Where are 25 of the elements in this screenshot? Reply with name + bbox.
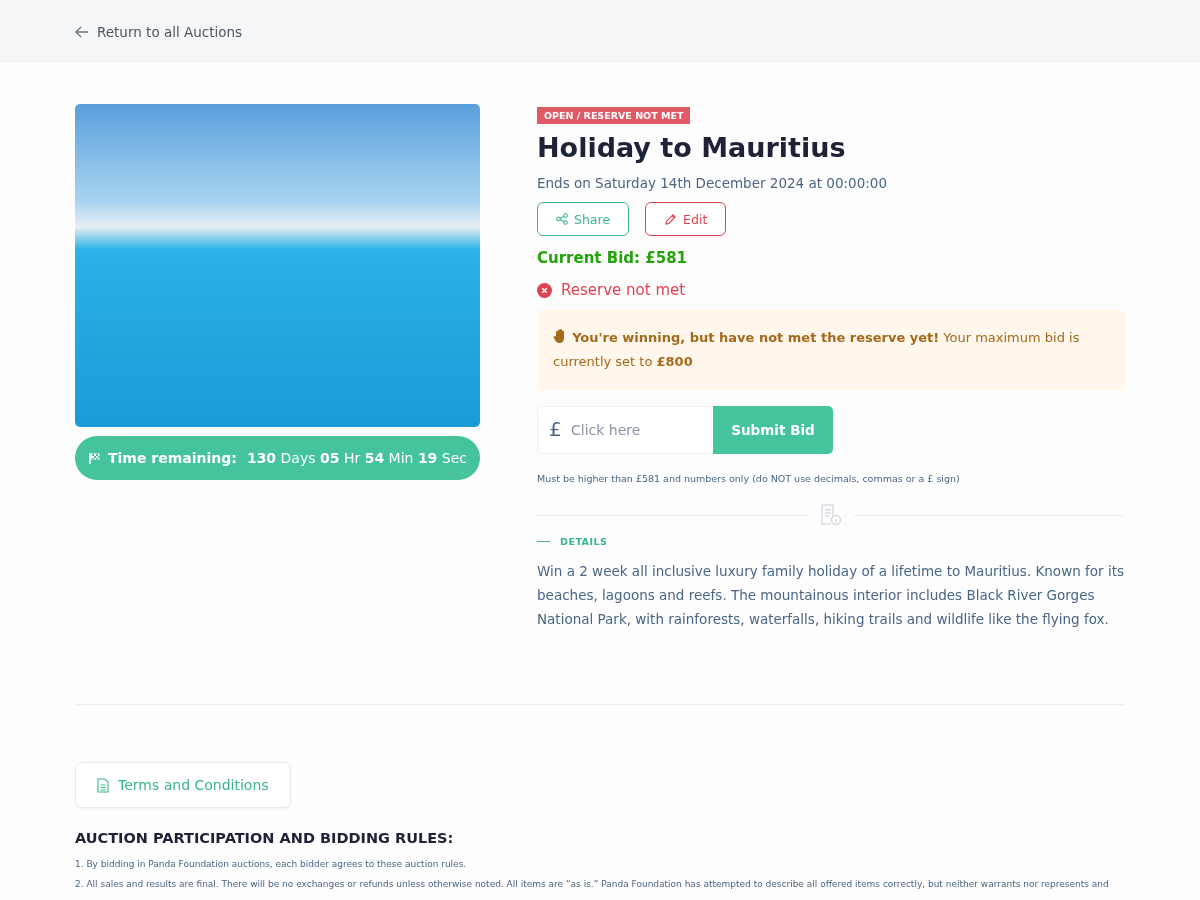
submit-bid-button[interactable]: Submit Bid [713,406,833,454]
document-icon [97,777,109,793]
arrow-left-icon [75,25,89,38]
terms-button[interactable]: Terms and Conditions [75,762,291,808]
details-heading: DETAILS [560,536,608,547]
status-badge: OPEN / RESERVE NOT MET [537,107,691,124]
alert-message: You're winning, but have not met the reserve yet! Your maximum bid is currently set to £800 [553,327,1081,371]
pencil-icon [664,212,678,226]
back-link[interactable]: Return to all Auctions [75,23,243,40]
rules-heading: AUCTION PARTICIPATION AND BIDDING RULES: [75,830,455,846]
document-info-icon [819,504,843,526]
bid-hint: Must be higher than £581 and numbers only (do NOT use decimals, commas or a £ sign) [537,473,961,484]
description: Win a 2 week all inclusive luxury family holiday of a lifetime to Mauritius. Known for its beaches, lagoons and reefs. The mountainous interior includes Black River Gorges National Park, with rainforests, waterfalls, hiking trails and wildlife like the flying fox. [537,562,1125,629]
time-remaining-bar: Time remaining: 130 Days 05 Hr 54 Min 19 Sec [75,436,480,480]
current-bid: Current Bid: £581 [537,249,688,267]
currency-symbol: £ [549,418,562,440]
share-button[interactable]: Share [537,202,630,236]
auction-title: Holiday to Mauritius [537,132,847,163]
share-icon [556,213,568,225]
reserve-status: Reserve not met [561,281,686,299]
edit-button[interactable]: Edit [645,202,727,236]
flag-icon [88,451,101,465]
rule-text: 2. All sales and results are final. There will be no exchanges or refunds unless otherwise noted. All items are “as is.” Panda Foundation has attempted to describe all offered items correctly, but neither warrants nor represents and [75,879,1110,889]
end-date: Ends on Saturday 14th December 2024 at 00:00:00 [537,175,888,191]
rule-text: 1. By bidding in Panda Foundation auctions, each bidder agrees to these auction rules. [75,859,468,869]
